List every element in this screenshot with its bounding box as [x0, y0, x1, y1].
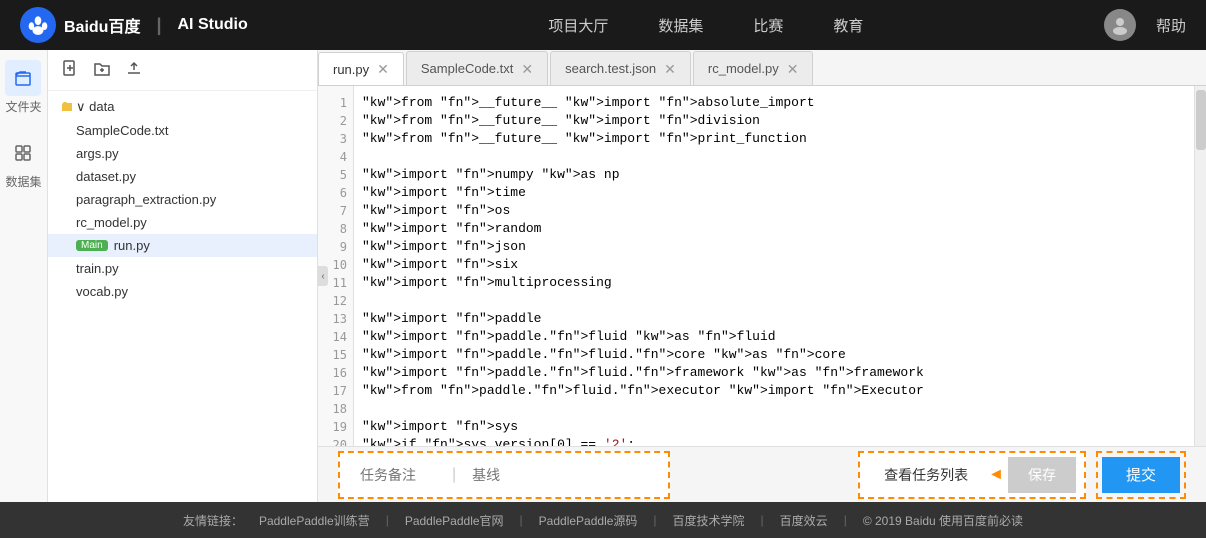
logo-area: Baidu百度 | AI Studio	[20, 7, 248, 43]
nav-right: 帮助	[1104, 9, 1186, 41]
tab-rc-model[interactable]: rc_model.py ✕	[693, 51, 814, 85]
code-editor: 123456789101112131415161718192021222324 …	[318, 86, 1206, 446]
arrow-icon: ◄	[988, 466, 1004, 484]
file-rcmodel[interactable]: rc_model.py	[48, 211, 317, 234]
code-line: "kw">import "fn">multiprocessing	[362, 274, 1186, 292]
tab-run-py[interactable]: run.py ✕	[318, 52, 404, 86]
code-line	[362, 292, 1186, 310]
nav-dataset[interactable]: 数据集	[658, 15, 703, 36]
tab-samplecode-label: SampleCode.txt	[421, 61, 514, 76]
scrollbar-thumb[interactable]	[1196, 90, 1206, 150]
baidu-logo	[20, 7, 56, 43]
code-line	[362, 400, 1186, 418]
file-samplecode[interactable]: SampleCode.txt	[48, 119, 317, 142]
help-link[interactable]: 帮助	[1156, 15, 1186, 36]
file-vocab[interactable]: vocab.py	[48, 280, 317, 303]
task-input-area: |	[338, 451, 670, 499]
sidebar-icons: 文件夹 数据集	[0, 50, 48, 502]
tab-rc-model-label: rc_model.py	[708, 61, 779, 76]
code-line: "kw">from "fn">__future__ "kw">import "f…	[362, 94, 1186, 112]
code-line: "kw">import "fn">paddle."fn">fluid."fn">…	[362, 346, 1186, 364]
tab-samplecode[interactable]: SampleCode.txt ✕	[406, 51, 548, 85]
brand-text: Baidu百度	[64, 13, 140, 37]
nav-project-hall[interactable]: 项目大厅	[548, 15, 608, 36]
tab-search-json[interactable]: search.test.json ✕	[550, 51, 691, 85]
tab-run-py-close[interactable]: ✕	[377, 62, 389, 76]
view-tasks-button[interactable]: 查看任务列表	[868, 457, 984, 493]
top-navigation: Baidu百度 | AI Studio 项目大厅 数据集 比赛 教育 帮助	[0, 0, 1206, 50]
new-file-icon[interactable]	[60, 58, 80, 82]
code-line: "kw">from "fn">__future__ "kw">import "f…	[362, 112, 1186, 130]
file-tree-panel: ∨ data SampleCode.txt args.py dataset.py…	[48, 50, 318, 502]
footer-friendly-links: 友情链接：	[183, 512, 243, 529]
main-badge: Main	[76, 240, 108, 251]
file-train[interactable]: train.py	[48, 257, 317, 280]
tab-run-py-label: run.py	[333, 62, 369, 77]
new-folder-icon[interactable]	[92, 58, 112, 82]
code-line: "kw">import "fn">numpy "kw">as np	[362, 166, 1186, 184]
submit-button[interactable]: 提交	[1102, 457, 1180, 493]
app-title: AI Studio	[178, 16, 248, 34]
file-tree-content: ∨ data SampleCode.txt args.py dataset.py…	[48, 91, 317, 502]
nav-competition[interactable]: 比赛	[753, 15, 783, 36]
editor-area: ‹ run.py ✕ SampleCode.txt ✕ search.test.…	[318, 50, 1206, 502]
footer-paddlepaddle-source[interactable]: PaddlePaddle源码	[539, 512, 638, 529]
file-tree-toolbar	[48, 50, 317, 91]
footer-baidu-academy[interactable]: 百度技术学院	[673, 512, 745, 529]
footer: 友情链接： PaddlePaddle训练营 | PaddlePaddle官网 |…	[0, 502, 1206, 538]
code-line: "kw">import "fn">os	[362, 202, 1186, 220]
bottom-right-actions: 查看任务列表 ◄ 保存 提交	[858, 451, 1186, 499]
footer-copyright: © 2019 Baidu 使用百度前必读	[863, 512, 1023, 529]
tab-rc-model-close[interactable]: ✕	[787, 62, 799, 76]
code-line: "kw">import "fn">paddle."fn">fluid "kw">…	[362, 328, 1186, 346]
tab-bar: run.py ✕ SampleCode.txt ✕ search.test.js…	[318, 50, 1206, 86]
footer-paddlepaddle-official[interactable]: PaddlePaddle官网	[405, 512, 504, 529]
submit-area: 提交	[1096, 451, 1186, 499]
upload-icon[interactable]	[124, 58, 144, 82]
code-line: "kw">from "fn">__future__ "kw">import "f…	[362, 130, 1186, 148]
collapse-arrow[interactable]: ‹	[318, 266, 328, 286]
folder-data[interactable]: ∨ data	[48, 95, 317, 119]
code-line: "kw">import "fn">paddle."fn">fluid."fn">…	[362, 364, 1186, 382]
dataset-icon-btn[interactable]	[5, 135, 41, 171]
code-line: "kw">import "fn">paddle	[362, 310, 1186, 328]
footer-baidu-cloud[interactable]: 百度效云	[780, 512, 828, 529]
code-line: "kw">import "fn">json	[362, 238, 1186, 256]
code-line: "kw">import "fn">sys	[362, 418, 1186, 436]
files-icon-group[interactable]: 文件夹	[5, 60, 41, 115]
file-dataset[interactable]: dataset.py	[48, 165, 317, 188]
main-content: 文件夹 数据集	[0, 50, 1206, 502]
editor-scrollbar[interactable]	[1194, 86, 1206, 446]
files-label: 文件夹	[5, 98, 41, 115]
nav-links: 项目大厅 数据集 比赛 教育	[308, 15, 1104, 36]
code-line: "kw">from "fn">paddle."fn">fluid."fn">ex…	[362, 382, 1186, 400]
dataset-label: 数据集	[5, 173, 41, 190]
logo-divider: |	[156, 15, 161, 36]
code-content[interactable]: "kw">from "fn">__future__ "kw">import "f…	[354, 86, 1194, 446]
tab-search-json-close[interactable]: ✕	[664, 62, 676, 76]
file-paragraph[interactable]: paragraph_extraction.py	[48, 188, 317, 211]
action-buttons-area: 查看任务列表 ◄ 保存	[858, 451, 1086, 499]
code-line: "kw">if "fn">sys.version[0] == '2':	[362, 436, 1186, 446]
save-button[interactable]: 保存	[1008, 457, 1076, 493]
code-line	[362, 148, 1186, 166]
dataset-icon-group[interactable]: 数据集	[5, 135, 41, 190]
files-icon-btn[interactable]	[5, 60, 41, 96]
tab-samplecode-close[interactable]: ✕	[521, 62, 533, 76]
nav-education[interactable]: 教育	[833, 15, 863, 36]
code-line: "kw">import "fn">time	[362, 184, 1186, 202]
footer-paddlepaddle-camp[interactable]: PaddlePaddle训练营	[259, 512, 370, 529]
file-run[interactable]: Main run.py	[48, 234, 317, 257]
task-note-input[interactable]	[348, 457, 448, 493]
tab-search-json-label: search.test.json	[565, 61, 656, 76]
bottom-toolbar: | 查看任务列表 ◄ 保存 提交	[318, 446, 1206, 502]
code-line: "kw">import "fn">random	[362, 220, 1186, 238]
baseline-input[interactable]	[460, 457, 660, 493]
file-args[interactable]: args.py	[48, 142, 317, 165]
code-line: "kw">import "fn">six	[362, 256, 1186, 274]
avatar[interactable]	[1104, 9, 1136, 41]
